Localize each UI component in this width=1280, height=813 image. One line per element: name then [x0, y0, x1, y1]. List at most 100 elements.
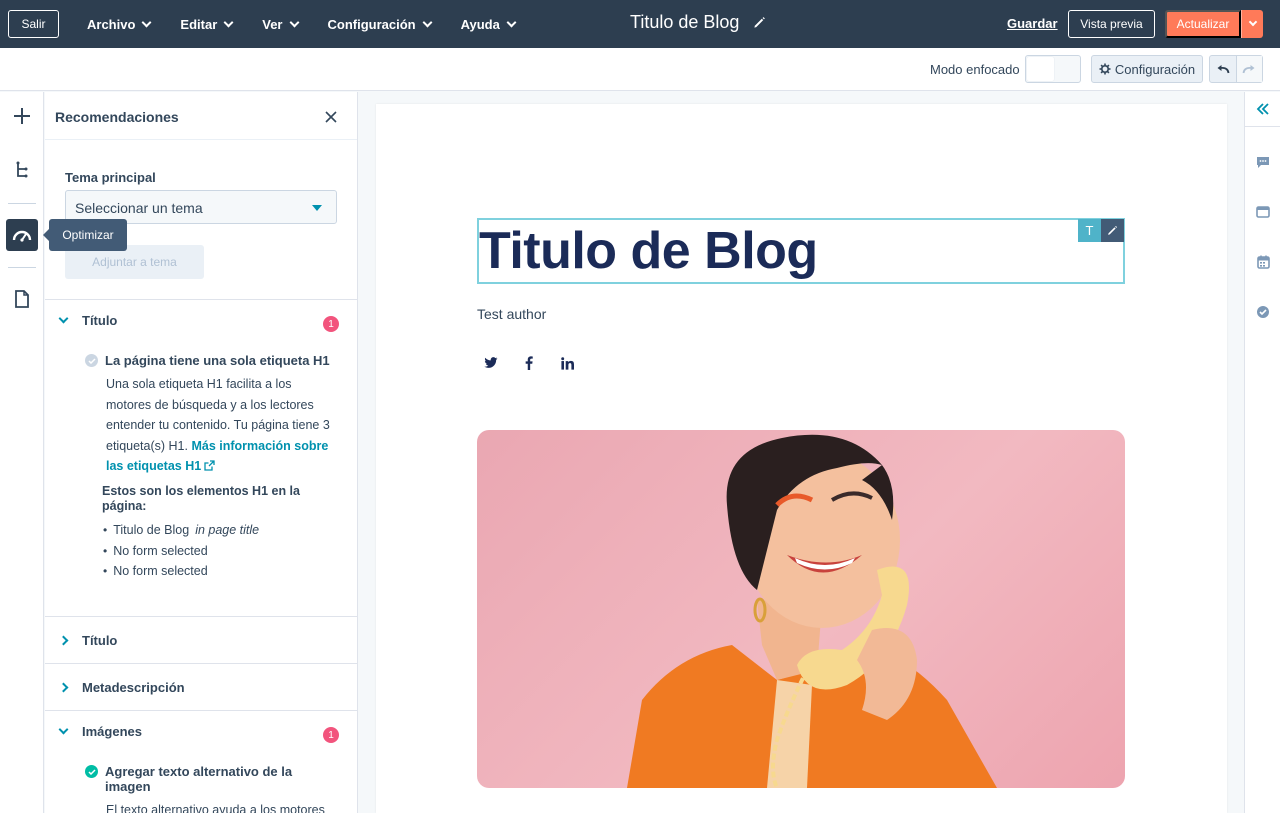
chevron-down-icon [422, 17, 433, 27]
add-button[interactable] [6, 100, 38, 132]
focus-mode-label: Modo enfocado [930, 62, 1020, 77]
redo-button[interactable] [1235, 56, 1262, 82]
undo-redo-group [1209, 55, 1263, 83]
page-button[interactable] [6, 283, 38, 315]
woman-on-phone-photo [627, 434, 997, 788]
right-tool-rail [1244, 92, 1280, 813]
main-menu: Archivo Editar Ver Configuración Ayuda [72, 0, 530, 48]
chevron-down-icon [223, 17, 234, 27]
description-line: El texto alternativo ayuda a los motores [106, 803, 325, 813]
menu-ver[interactable]: Ver [247, 0, 312, 48]
menu-label: Ayuda [460, 16, 500, 32]
blog-title-heading[interactable]: Titulo de Blog [479, 220, 818, 282]
settings-label: Configuración [1114, 61, 1196, 77]
h1-item-text: Titulo de Blog [113, 523, 190, 538]
caret-down-icon [58, 724, 69, 735]
caret-down-icon [58, 313, 69, 324]
double-chevron-left-icon [1256, 103, 1269, 115]
browser-window-icon [1256, 206, 1270, 218]
section-divider [45, 663, 357, 664]
tree-icon [16, 161, 28, 178]
menu-editar[interactable]: Editar [165, 0, 247, 48]
menu-configuracion[interactable]: Configuración [313, 0, 446, 48]
editor-canvas: Titulo de Blog T Test author [360, 92, 1244, 813]
section-header-title[interactable]: Título [58, 313, 117, 328]
description-line: entender tu contenido. Tu página tiene 3 [106, 418, 330, 432]
section-divider [45, 299, 357, 300]
text-style-button[interactable]: T [1078, 219, 1101, 242]
section-header-images[interactable]: Imágenes [58, 724, 142, 739]
save-button[interactable]: Guardar [1007, 16, 1058, 31]
preview-button[interactable]: Vista previa [1068, 10, 1155, 38]
issue-count-badge: 1 [323, 316, 339, 332]
module-toolbar: T [1078, 219, 1124, 242]
learn-more-link-cont[interactable]: las etiquetas H1 [106, 459, 201, 473]
update-button[interactable]: Actualizar [1165, 10, 1241, 38]
expand-sidebar-button[interactable] [1245, 92, 1280, 127]
menu-label: Archivo [87, 16, 136, 32]
approval-button[interactable] [1255, 304, 1271, 320]
menu-label: Editar [180, 16, 218, 32]
author-name[interactable]: Test author [477, 306, 546, 322]
social-share-icons [484, 356, 574, 370]
pencil-icon [1108, 225, 1118, 235]
twitter-icon[interactable] [484, 356, 498, 370]
description-line: etiqueta(s) H1. [106, 438, 188, 453]
list-item: No form selected [103, 561, 333, 582]
caret-right-icon [58, 682, 69, 693]
settings-button[interactable]: Configuración [1091, 55, 1203, 83]
h1-item-text: No form selected [113, 564, 208, 579]
undo-button[interactable] [1210, 56, 1236, 82]
section-title: Metadescripción [82, 680, 185, 695]
exit-button[interactable]: Salir [8, 10, 59, 38]
schedule-button[interactable] [1255, 254, 1271, 270]
edit-module-button[interactable] [1101, 219, 1124, 242]
h1-elements-label: Estos son los elementos H1 en la página: [102, 484, 300, 513]
left-tool-rail [0, 92, 44, 813]
heading-module[interactable]: Titulo de Blog T [477, 218, 1125, 284]
preview-panel-button[interactable] [1255, 204, 1271, 220]
pencil-icon[interactable] [753, 16, 766, 29]
menu-label: Ver [262, 16, 283, 32]
optimize-button[interactable] [6, 219, 38, 251]
linkedin-icon[interactable] [560, 356, 574, 370]
blog-page: Titulo de Blog T Test author [376, 104, 1227, 813]
featured-image[interactable] [477, 430, 1125, 788]
focus-mode-toggle[interactable] [1025, 55, 1081, 83]
section-title: Imágenes [82, 724, 142, 739]
badge-check-icon [1257, 306, 1269, 318]
section-header-meta-description[interactable]: Metadescripción [58, 680, 185, 695]
section-header-title-2[interactable]: Título [58, 633, 117, 648]
description-line: motores de búsqueda y a los lectores [106, 397, 314, 412]
learn-more-link[interactable]: Más información sobre [191, 439, 328, 453]
check-title: La página tiene una sola etiqueta H1 [105, 353, 330, 368]
menu-archivo[interactable]: Archivo [72, 0, 165, 48]
optimize-tooltip: Optimizar [43, 219, 127, 251]
structure-button[interactable] [6, 154, 38, 186]
document-title[interactable]: Titulo de Blog [630, 12, 766, 33]
comment-icon [1257, 156, 1269, 168]
comments-button[interactable] [1255, 154, 1271, 170]
external-link-icon [204, 460, 215, 471]
check-description: El texto alternativo ayuda a los motores [106, 800, 341, 813]
plus-icon [14, 108, 30, 124]
panel-header: Recomendaciones [45, 92, 357, 140]
chevron-down-icon [506, 17, 517, 27]
top-bar: Salir Archivo Editar Ver Configuración A… [0, 0, 1280, 48]
list-item: Titulo de Blog in page title [103, 520, 333, 541]
calendar-icon [1256, 255, 1270, 269]
menu-label: Configuración [327, 16, 416, 32]
document-title-text: Titulo de Blog [630, 12, 740, 32]
section-divider [45, 710, 357, 711]
close-icon[interactable] [324, 110, 338, 124]
check-circle-icon [85, 354, 98, 367]
facebook-icon[interactable] [522, 356, 536, 370]
gear-icon [1099, 63, 1111, 75]
menu-ayuda[interactable]: Ayuda [446, 0, 530, 48]
check-image-alt-text: Agregar texto alternativo de la imagen [85, 764, 335, 794]
check-title: Agregar texto alternativo de la imagen [105, 764, 293, 794]
check-description: Una sola etiqueta H1 facilita a los moto… [106, 374, 341, 477]
issue-count-badge: 1 [323, 727, 339, 743]
document-icon [15, 290, 29, 308]
update-options-button[interactable] [1241, 10, 1263, 38]
